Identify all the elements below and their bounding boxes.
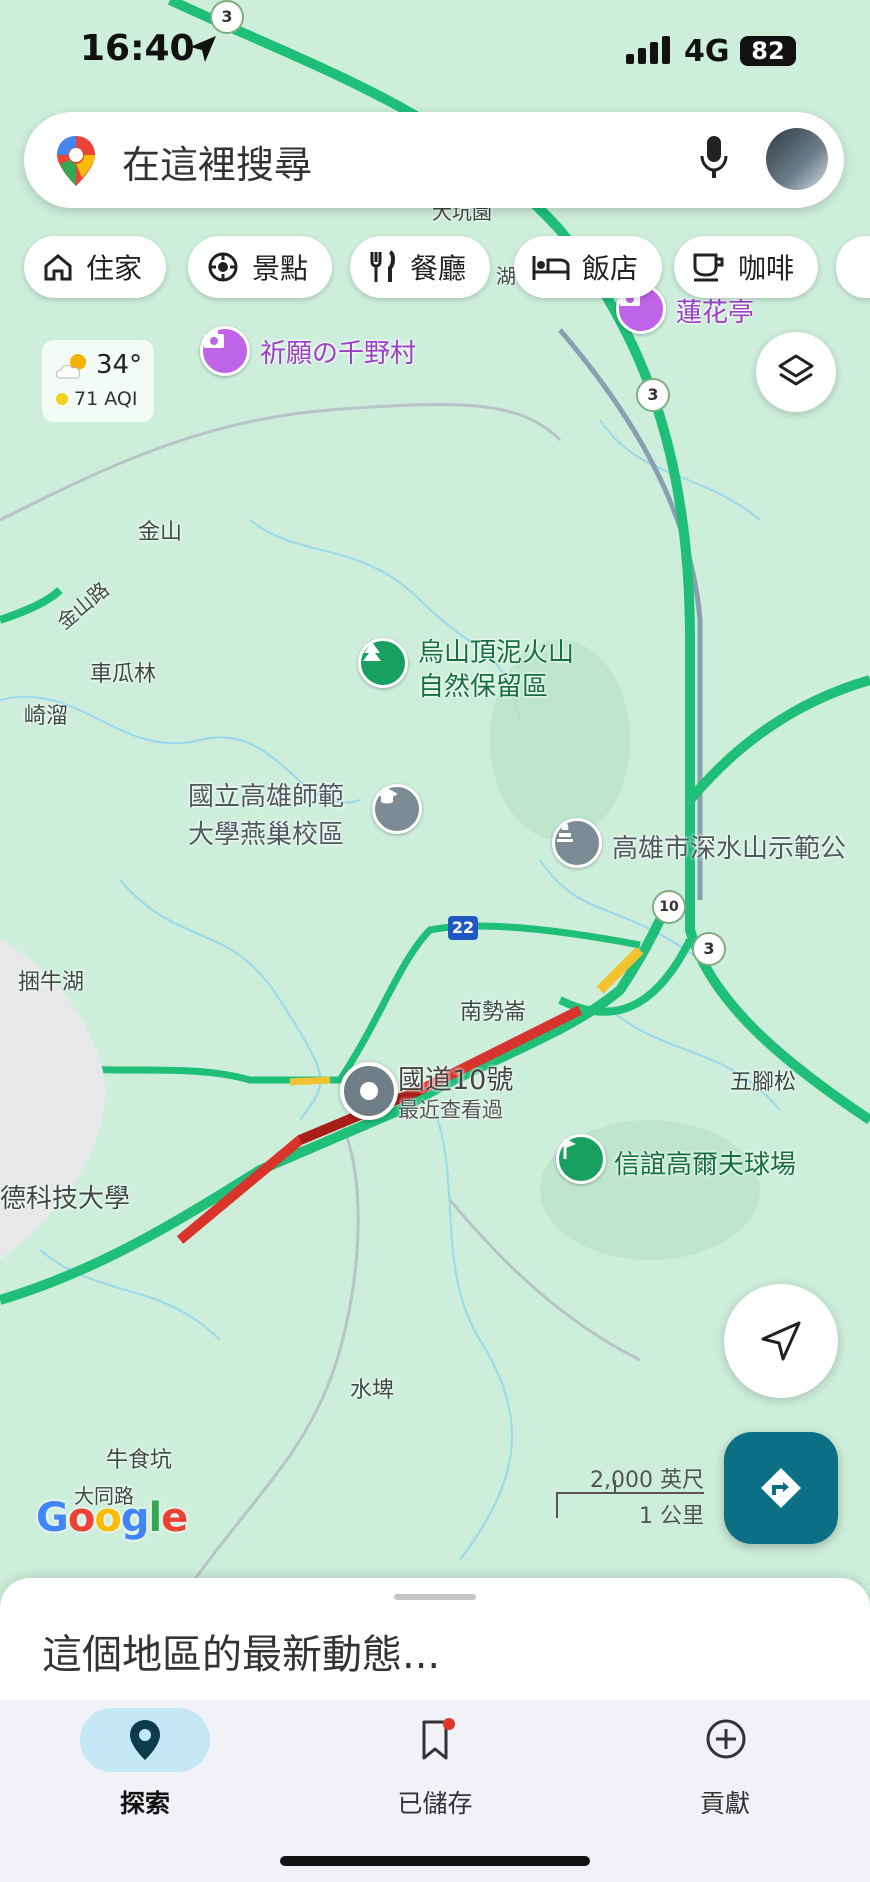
hotel-icon — [532, 256, 570, 280]
place-label-shuiba: 水埤 — [350, 1378, 395, 1403]
sheet-title: 這個地區的最新動態... — [42, 1632, 441, 1678]
poi-wushan-line1[interactable]: 烏山頂泥火山 — [418, 632, 574, 669]
bottom-sheet[interactable]: 這個地區的最新動態... — [0, 1578, 870, 1700]
chip-coffee[interactable]: 咖啡 — [674, 236, 819, 298]
school-marker-icon[interactable] — [372, 784, 422, 834]
poi-shenshui-label[interactable]: 高雄市深水山示範公 — [612, 828, 846, 865]
scale-metric: 1 公里 — [639, 1504, 704, 1529]
search-bar[interactable]: 在這裡搜尋 — [24, 112, 844, 208]
aqi-value: 71 AQI — [74, 388, 138, 410]
weather-aqi: 71 AQI — [56, 388, 137, 410]
poi-recent-sub: 最近查看過 — [398, 1098, 503, 1122]
bottom-nav: 探索 已儲存 貢獻 — [0, 1700, 870, 1882]
restaurant-icon — [370, 250, 395, 282]
directions-button[interactable] — [724, 1432, 838, 1544]
chip-coffee-label: 咖啡 — [738, 252, 795, 285]
tree-marker-icon[interactable] — [358, 638, 408, 688]
chip-restaurants[interactable]: 餐廳 — [350, 236, 491, 298]
explore-pin-icon — [130, 1720, 160, 1760]
poi-wushan-line2[interactable]: 自然保留區 — [418, 666, 548, 703]
place-label-qiliu: 崎溜 — [24, 704, 69, 729]
chip-home-label: 住家 — [86, 252, 143, 285]
weather-temperature: 34° — [96, 350, 143, 380]
tab-contribute[interactable]: 貢獻 — [580, 1700, 870, 1840]
home-indicator[interactable] — [280, 1856, 590, 1866]
chip-home[interactable]: 住家 — [24, 236, 167, 298]
tab-explore[interactable]: 探索 — [0, 1700, 290, 1840]
status-bar: 16:40 4G 82 — [0, 0, 870, 100]
directions-icon — [761, 1468, 801, 1508]
route-10-shield: 10 — [652, 890, 686, 924]
home-icon — [44, 254, 72, 281]
attraction-icon — [208, 252, 238, 282]
location-arrow-icon — [190, 36, 216, 62]
recent-location-marker-icon[interactable] — [340, 1062, 398, 1120]
poi-nknu-line1[interactable]: 國立高雄師範 — [188, 776, 344, 813]
poi-recent-name[interactable]: 國道10號 — [398, 1058, 513, 1097]
place-label-kunniuhu: 捆牛湖 — [18, 970, 85, 995]
place-label-nanshilun: 南勢崙 — [460, 1000, 527, 1025]
status-time: 16:40 — [80, 28, 195, 69]
place-label-lake-partial: 湖 — [496, 264, 516, 288]
network-type: 4G — [684, 34, 730, 69]
tab-contribute-label: 貢獻 — [699, 1789, 750, 1818]
battery-icon: 82 — [740, 36, 796, 66]
place-label-wujiaosong: 五腳松 — [730, 1070, 797, 1095]
tab-explore-label: 探索 — [119, 1789, 170, 1818]
cellular-signal-icon — [626, 36, 670, 64]
bookmark-icon — [422, 1718, 455, 1760]
layers-button[interactable] — [756, 332, 836, 412]
place-label-jinshan: 金山 — [138, 520, 183, 545]
avatar[interactable] — [766, 128, 828, 190]
route-3-shield-low: 3 — [692, 932, 726, 966]
scale-imperial: 2,000 英尺 — [590, 1468, 704, 1493]
monument-marker-icon[interactable] — [552, 818, 602, 868]
place-label-university: 德科技大學 — [0, 1184, 131, 1214]
poi-golf-label[interactable]: 信誼高爾夫球場 — [614, 1144, 796, 1181]
navigation-arrow-icon — [761, 1321, 801, 1361]
route-3-shield-mid: 3 — [636, 378, 670, 412]
chip-attractions[interactable]: 景點 — [188, 236, 333, 298]
my-location-button[interactable] — [724, 1284, 838, 1398]
place-label-cheguolin: 車瓜林 — [90, 662, 157, 687]
tab-saved[interactable]: 已儲存 — [290, 1700, 580, 1840]
chip-restaurants-label: 餐廳 — [410, 252, 467, 285]
map-scale: 2,000 英尺 1 公里 — [552, 1462, 704, 1529]
chip-hotels[interactable]: 飯店 — [514, 236, 663, 298]
aqi-dot-icon — [56, 393, 68, 405]
chip-attractions-label: 景點 — [252, 252, 309, 285]
weather-widget[interactable]: 34° 71 AQI — [42, 340, 154, 422]
microphone-icon[interactable] — [699, 134, 729, 182]
search-input[interactable]: 在這裡搜尋 — [122, 134, 312, 189]
poi-nknu-line2[interactable]: 大學燕巢校區 — [188, 814, 344, 851]
place-label-niushikeng: 牛食坑 — [106, 1448, 173, 1473]
partly-cloudy-icon — [55, 354, 86, 379]
tab-saved-label: 已儲存 — [397, 1789, 473, 1818]
sheet-drag-handle[interactable] — [394, 1594, 476, 1600]
chip-hotels-label: 飯店 — [582, 252, 639, 285]
route-22-shield: 22 — [448, 916, 478, 940]
google-logo: Google — [36, 1495, 188, 1541]
coffee-icon — [693, 253, 724, 282]
camera-marker-icon[interactable] — [200, 326, 250, 376]
add-circle-icon — [706, 1719, 746, 1759]
golf-marker-icon[interactable] — [556, 1134, 606, 1184]
google-maps-pin-icon — [57, 136, 95, 186]
layers-icon — [778, 354, 814, 386]
poi-qiyuan-label[interactable]: 祈願の千野村 — [260, 333, 416, 370]
